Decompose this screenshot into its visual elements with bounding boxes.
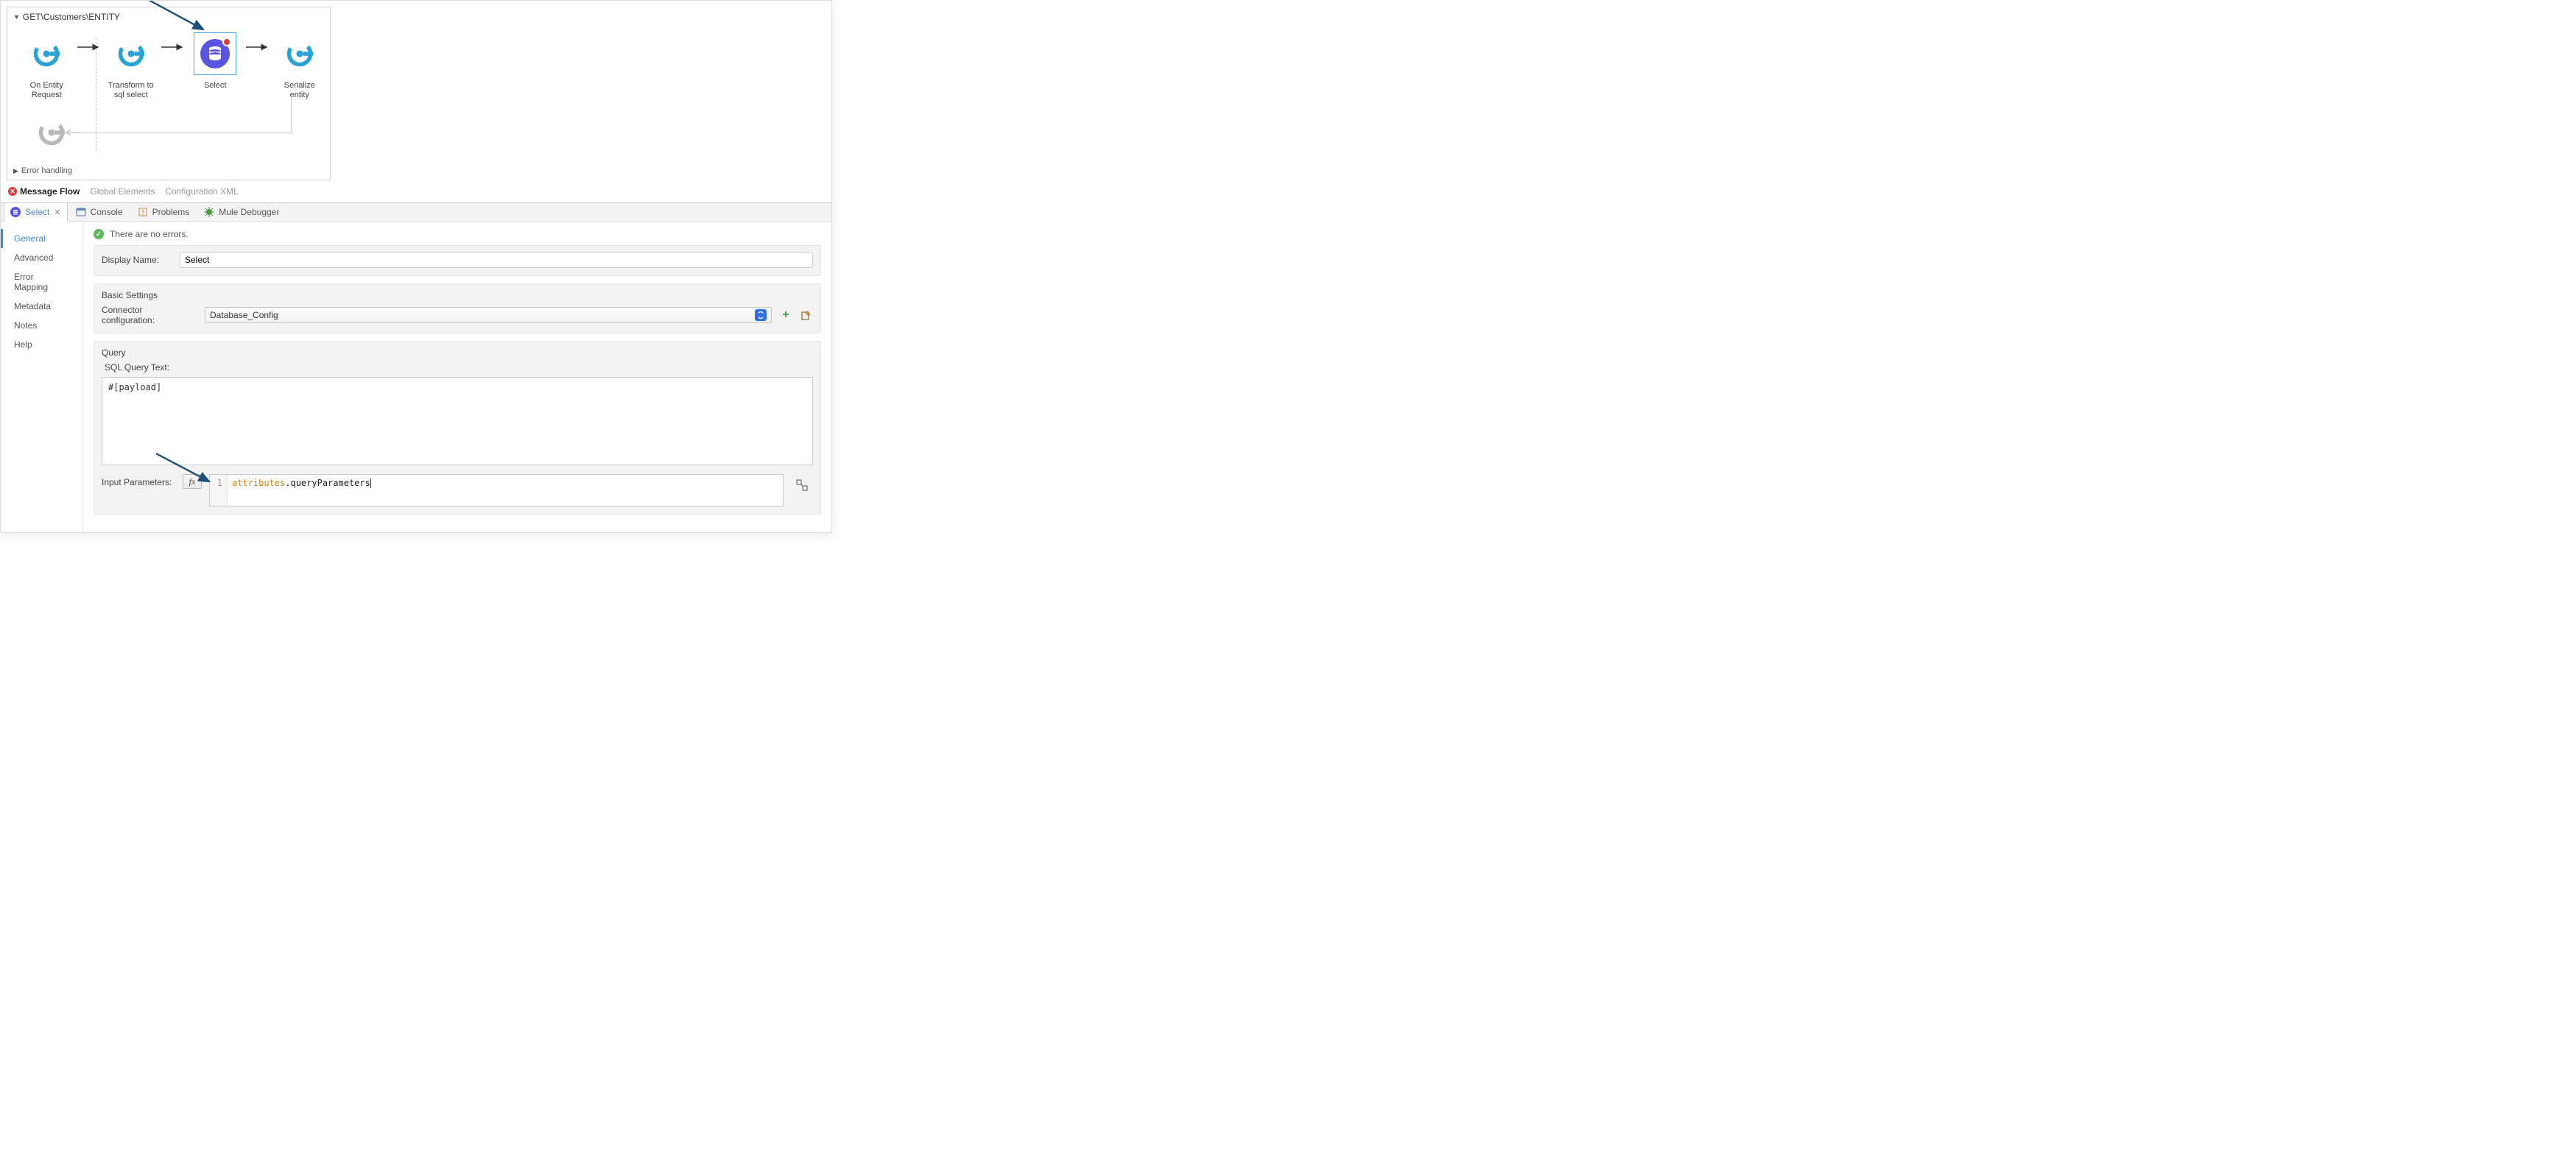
tab-global-elements[interactable]: Global Elements bbox=[90, 186, 155, 197]
dropdown-icon bbox=[755, 309, 767, 321]
panel-tab-mule-debugger[interactable]: Mule Debugger bbox=[197, 202, 286, 222]
properties-tabbar: Select ✕ Console ! Problems Mule Debugge… bbox=[1, 202, 831, 222]
query-label: Query bbox=[102, 348, 813, 358]
edit-config-button[interactable] bbox=[800, 308, 813, 322]
side-tab-metadata[interactable]: Metadata bbox=[1, 297, 82, 316]
flow-return-line bbox=[291, 96, 292, 133]
input-parameters-row: Input Parameters: fx 1 attributes.queryP… bbox=[102, 474, 813, 507]
connector-config-select[interactable]: Database_Config bbox=[205, 307, 772, 323]
edit-icon bbox=[800, 309, 812, 321]
expand-icon bbox=[796, 479, 808, 491]
debugger-icon bbox=[204, 207, 214, 217]
tab-label: Configuration XML bbox=[165, 186, 238, 197]
database-tab-icon bbox=[10, 207, 21, 217]
input-parameters-label: Input Parameters: bbox=[102, 474, 175, 487]
sql-query-label: SQL Query Text: bbox=[105, 362, 813, 373]
flow-title: GET\Customers\ENTITY bbox=[23, 12, 120, 22]
properties-form: ✓ There are no errors. Display Name: Bas… bbox=[83, 222, 831, 532]
add-config-button[interactable]: + bbox=[779, 308, 792, 322]
flow-node-label: On Entity Request bbox=[22, 81, 71, 100]
collapse-triangle-icon[interactable]: ▼ bbox=[13, 13, 20, 21]
panel-tab-problems[interactable]: ! Problems bbox=[131, 202, 197, 222]
query-group: Query SQL Query Text: #[payload] Input P… bbox=[94, 341, 821, 515]
code-gutter: 1 bbox=[210, 475, 228, 506]
error-indicator-icon: ✕ bbox=[8, 187, 17, 196]
properties-panel: General Advanced Error Mapping Metadata … bbox=[1, 222, 831, 532]
flow-node-label: Select bbox=[204, 81, 227, 91]
flow-canvas: ▼ GET\Customers\ENTITY On Entity Request bbox=[7, 7, 331, 180]
flow-node-serialize-entity[interactable]: Serialize entity bbox=[275, 32, 325, 100]
error-badge-icon bbox=[222, 38, 231, 46]
tab-label: Global Elements bbox=[90, 186, 155, 197]
tab-message-flow[interactable]: ✕ Message Flow bbox=[8, 186, 80, 197]
flow-node-label: Transform to sql select bbox=[107, 81, 156, 100]
line-number: 1 bbox=[217, 478, 222, 488]
display-name-label: Display Name: bbox=[102, 255, 172, 265]
connector-icon bbox=[32, 38, 61, 70]
properties-side-tabs: General Advanced Error Mapping Metadata … bbox=[1, 222, 83, 532]
sql-query-textarea[interactable]: #[payload] bbox=[102, 377, 813, 465]
status-text: There are no errors. bbox=[110, 229, 189, 239]
text-cursor bbox=[370, 479, 371, 488]
panel-tab-label: Select bbox=[25, 207, 49, 217]
panel-tab-label: Console bbox=[91, 207, 123, 217]
panel-tab-select[interactable]: Select ✕ bbox=[4, 202, 68, 222]
input-parameters-editor[interactable]: 1 attributes.queryParameters bbox=[209, 474, 784, 507]
panel-tab-label: Problems bbox=[152, 207, 190, 217]
ok-icon: ✓ bbox=[94, 229, 104, 239]
flow-end-node[interactable] bbox=[37, 118, 66, 147]
flow-node-select[interactable]: Select bbox=[191, 32, 240, 91]
status-row: ✓ There are no errors. bbox=[94, 229, 821, 239]
problems-icon: ! bbox=[138, 207, 148, 217]
flow-arrow bbox=[161, 43, 185, 52]
connector-icon bbox=[116, 38, 146, 70]
side-tab-notes[interactable]: Notes bbox=[1, 316, 82, 335]
flow-arrow bbox=[246, 43, 270, 52]
expand-triangle-icon[interactable]: ▶ bbox=[13, 167, 18, 175]
fx-button[interactable]: fx bbox=[183, 474, 202, 489]
display-name-input[interactable] bbox=[180, 252, 813, 268]
code-token-rest: .queryParameters bbox=[285, 478, 370, 488]
flow-node-label: Serialize entity bbox=[275, 81, 325, 100]
side-tab-help[interactable]: Help bbox=[1, 335, 82, 354]
code-content[interactable]: attributes.queryParameters bbox=[228, 475, 783, 506]
flow-node-on-entity-request[interactable]: On Entity Request bbox=[22, 32, 71, 100]
connector-icon bbox=[285, 38, 314, 70]
flow-arrow bbox=[77, 43, 101, 52]
connector-icon-gray bbox=[37, 116, 66, 149]
sql-query-value: #[payload] bbox=[108, 382, 161, 392]
display-name-group: Display Name: bbox=[94, 245, 821, 276]
connector-config-label: Connector configuration: bbox=[102, 305, 197, 325]
close-tab-icon[interactable]: ✕ bbox=[54, 208, 60, 217]
code-token-attr: attributes bbox=[232, 478, 285, 488]
side-tab-error-mapping[interactable]: Error Mapping bbox=[1, 267, 82, 297]
tab-label: Message Flow bbox=[20, 186, 80, 197]
flow-editor-tabs: ✕ Message Flow Global Elements Configura… bbox=[1, 183, 831, 202]
error-handling-label: Error handling bbox=[21, 166, 72, 175]
console-icon bbox=[76, 207, 86, 217]
side-tab-general[interactable]: General bbox=[1, 229, 82, 248]
fx-label: fx bbox=[189, 476, 196, 487]
flow-row: On Entity Request Transform to sql selec… bbox=[7, 27, 330, 100]
basic-settings-label: Basic Settings bbox=[102, 290, 813, 300]
flow-title-row[interactable]: ▼ GET\Customers\ENTITY bbox=[7, 7, 330, 27]
connector-config-value: Database_Config bbox=[210, 310, 278, 320]
side-tab-advanced[interactable]: Advanced bbox=[1, 248, 82, 267]
panel-tab-label: Mule Debugger bbox=[219, 207, 279, 217]
database-icon bbox=[206, 45, 224, 63]
svg-text:!: ! bbox=[141, 209, 144, 217]
panel-tab-console[interactable]: Console bbox=[69, 202, 130, 222]
flow-node-transform-sql[interactable]: Transform to sql select bbox=[107, 32, 156, 100]
basic-settings-group: Basic Settings Connector configuration: … bbox=[94, 283, 821, 334]
tab-configuration-xml[interactable]: Configuration XML bbox=[165, 186, 238, 197]
expand-editor-button[interactable] bbox=[794, 477, 810, 493]
error-handling-section[interactable]: ▶ Error handling bbox=[7, 162, 330, 180]
